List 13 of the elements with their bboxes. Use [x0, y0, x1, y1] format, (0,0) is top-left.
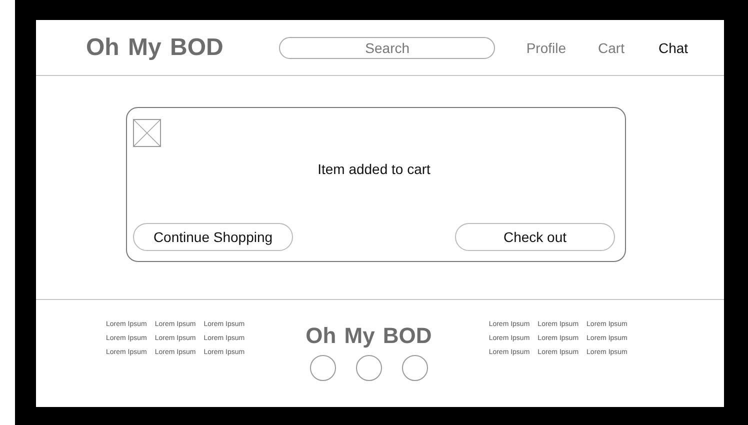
- circle-icon[interactable]: [356, 355, 382, 381]
- footer-logo: Oh My BOD: [306, 323, 432, 349]
- nav-link[interactable]: Cart: [598, 40, 624, 56]
- image-placeholder-icon: [133, 119, 161, 147]
- nav-link[interactable]: Chat: [658, 40, 688, 56]
- circle-icon[interactable]: [310, 355, 336, 381]
- checkout-button[interactable]: Check out: [455, 223, 615, 251]
- circle-icon[interactable]: [402, 355, 428, 381]
- site-logo[interactable]: Oh My BOD: [86, 34, 224, 62]
- nav-link[interactable]: Profile: [526, 40, 566, 56]
- continue-shopping-button[interactable]: Continue Shopping: [133, 223, 293, 251]
- dialog-message: Item added to cart: [316, 161, 432, 177]
- search-field[interactable]: Search: [279, 36, 496, 58]
